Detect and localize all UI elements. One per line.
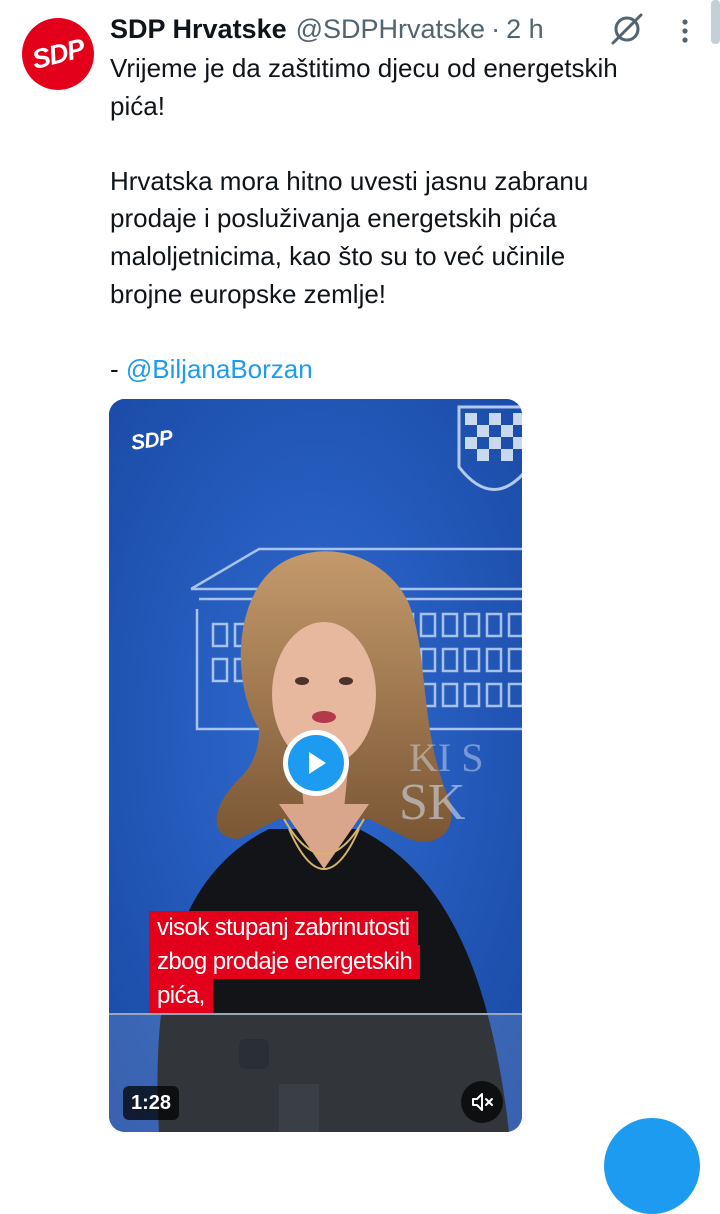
tweet-header: SDP Hrvatske @SDPHrvatske · 2 h [110,12,544,46]
mention-line: - @BiljanaBorzan [110,351,700,389]
avatar[interactable]: SDP [22,18,94,90]
text-line: prodaje i posluživanja energetskih pića [110,203,557,234]
compose-button[interactable] [604,1118,700,1214]
avatar-logo: SDP [28,32,87,75]
mute-icon [472,1093,493,1111]
timestamp[interactable]: 2 h [506,14,544,45]
more-icon[interactable] [675,16,695,46]
scrollbar[interactable] [711,0,720,44]
mention-prefix: - [110,353,126,384]
display-name[interactable]: SDP Hrvatske [110,14,287,45]
tweet-text: Vrijeme je da zaštitimo djecu od energet… [110,50,700,388]
text-line: Vrijeme je da zaštitimo djecu od energet… [110,53,618,83]
text-line: pića! [110,90,165,121]
mute-button[interactable] [461,1081,503,1123]
video-caption: visok stupanj zabrinutosti zbog prodaje … [149,911,449,1013]
caption-line: visok stupanj zabrinutosti [149,911,418,945]
caption-line: zbog prodaje energetskih [149,945,421,979]
svg-text:SK: SK [399,774,466,831]
user-handle[interactable]: @SDPHrvatske [296,14,485,45]
caption-line: pića, [149,979,213,1013]
text-line: brojne europske zemlje! [110,278,387,309]
text-line: maloljetnicima, kao što su to već učinil… [110,240,566,271]
video-duration: 1:28 [123,1086,180,1120]
svg-text:KI S: KI S [409,735,483,780]
grok-icon[interactable] [608,10,646,48]
play-button[interactable] [283,730,349,796]
separator-dot: · [491,13,501,44]
play-icon [309,752,326,774]
video-player[interactable]: SK KI S SDP visok stupanj zabrinutosti z… [109,399,522,1132]
text-line: Hrvatska mora hitno uvesti jasnu zabranu [110,165,589,196]
mention-link[interactable]: @BiljanaBorzan [126,354,313,384]
